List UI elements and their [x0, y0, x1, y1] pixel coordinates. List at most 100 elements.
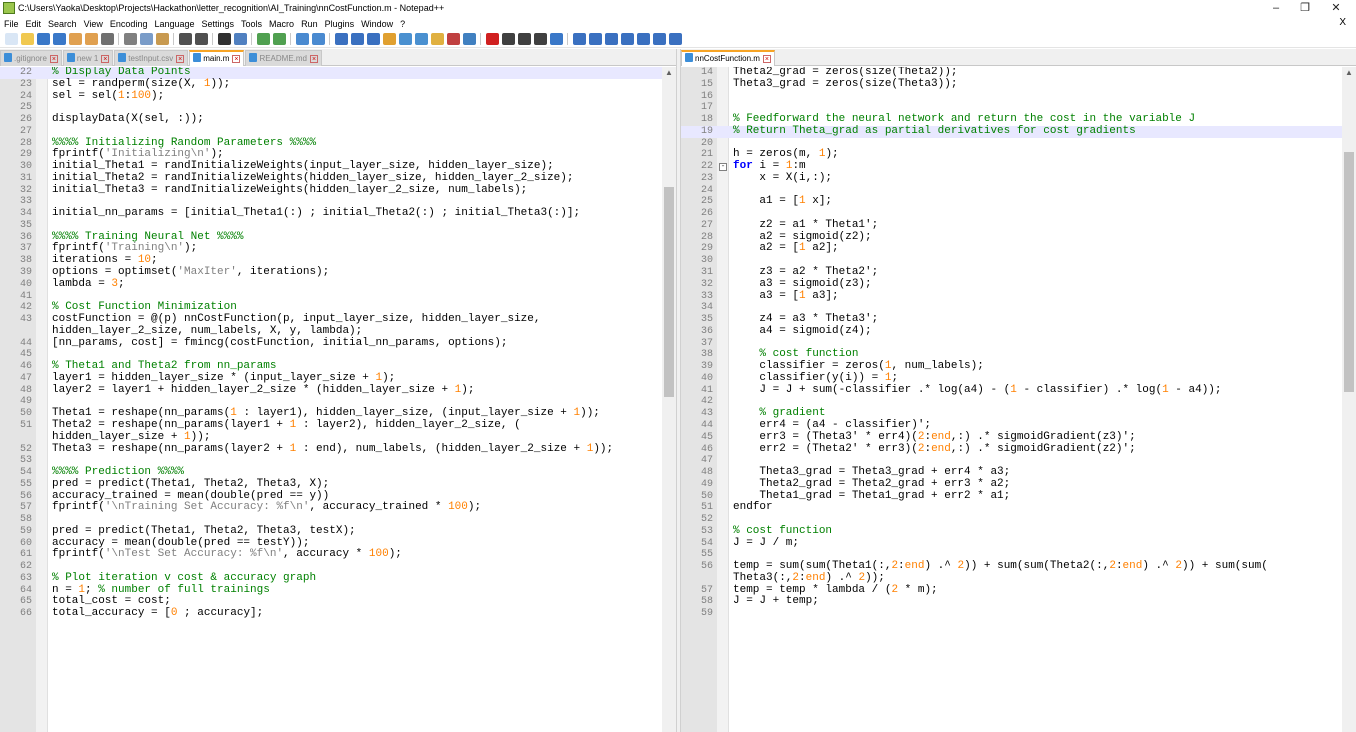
menu-plugins[interactable]: Plugins: [321, 17, 358, 31]
code-line[interactable]: 52 Theta3 = reshape(nn_params(layer2 + 1 …: [0, 443, 662, 456]
menu-window[interactable]: Window: [357, 17, 396, 31]
menu-search[interactable]: Search: [44, 17, 80, 31]
menu-language[interactable]: Language: [150, 17, 197, 31]
close-tab-icon[interactable]: ×: [762, 55, 771, 63]
code-line[interactable]: 66 total_accuracy = [0 ; accuracy];: [0, 607, 662, 620]
print-icon[interactable]: [101, 33, 114, 45]
plugin-7-icon[interactable]: [669, 33, 682, 45]
code-line[interactable]: 54 J = J / m;: [681, 537, 1342, 550]
udl-icon[interactable]: [383, 33, 396, 45]
code-line[interactable]: 48 layer2 = layer1 + hidden_layer_2_size …: [0, 384, 662, 397]
plugin-1-icon[interactable]: [573, 33, 586, 45]
right-code-lines[interactable]: 14 Theta2_grad = zeros(size(Theta2)); 15 Th…: [681, 67, 1342, 620]
plugin-3-icon[interactable]: [605, 33, 618, 45]
left-scroll-thumb[interactable]: [664, 187, 674, 397]
word-wrap-icon[interactable]: [335, 33, 348, 45]
menu-settings[interactable]: Settings: [198, 17, 238, 31]
code-line[interactable]: 15 Theta3_grad = zeros(size(Theta3));: [681, 78, 1342, 91]
open-file-icon[interactable]: [21, 33, 34, 45]
code-line[interactable]: 46 err2 = (Theta2' * err3)(2:end,:) .* s…: [681, 443, 1342, 456]
undo-icon[interactable]: [179, 33, 192, 45]
doc-map-icon[interactable]: [399, 33, 412, 45]
play-macro-icon[interactable]: [518, 33, 531, 45]
find-icon[interactable]: [218, 33, 231, 45]
close-window-button[interactable]: ✕: [1322, 0, 1350, 16]
menu-edit[interactable]: Edit: [22, 17, 45, 31]
close-tab-icon[interactable]: ×: [176, 55, 185, 63]
close-tab-icon[interactable]: ×: [310, 55, 318, 63]
code-line[interactable]: 59: [681, 608, 1342, 620]
code-line[interactable]: 19 % Return Theta_grad as partial derivat…: [681, 125, 1342, 138]
maximize-button[interactable]: ❐: [1291, 0, 1319, 16]
left-editor-pane[interactable]: 22 % Display Data Points 23 sel = randperm(…: [0, 67, 676, 732]
save-all-icon[interactable]: [53, 33, 66, 45]
code-line[interactable]: 29 a2 = [1 a2];: [681, 243, 1342, 255]
menu-run[interactable]: Run: [297, 17, 321, 31]
right-scroll-thumb[interactable]: [1344, 152, 1354, 392]
plugin-5-icon[interactable]: [637, 33, 650, 45]
close-tab-icon[interactable]: ×: [49, 55, 58, 63]
close-icon[interactable]: [69, 33, 82, 45]
monitoring-icon[interactable]: [447, 33, 460, 45]
show-all-chars-icon[interactable]: [351, 33, 364, 45]
code-line[interactable]: 41 J = J + sum(-classifier .* log(a4) - …: [681, 384, 1342, 397]
code-line[interactable]: 36 a4 = sigmoid(z4);: [681, 325, 1342, 338]
right-editor-pane[interactable]: 14 Theta2_grad = zeros(size(Theta2)); 15 Th…: [681, 67, 1356, 732]
close-all-icon[interactable]: [85, 33, 98, 45]
code-line[interactable]: 61 fprintf('\nTest Set Accuracy: %f\n', a…: [0, 549, 662, 561]
code-line[interactable]: 24 sel = sel(1:100);: [0, 90, 662, 103]
tab-gitignore[interactable]: .gitignore ×: [0, 50, 62, 66]
code-line[interactable]: 32 initial_Theta3 = randInitializeWeights…: [0, 184, 662, 197]
copy-icon[interactable]: [140, 33, 153, 45]
plugin-4-icon[interactable]: [621, 33, 634, 45]
function-list-icon[interactable]: [415, 33, 428, 45]
close-tab-icon[interactable]: ×: [232, 55, 241, 63]
plugin-2-icon[interactable]: [589, 33, 602, 45]
zoom-in-icon[interactable]: [257, 33, 270, 45]
menu-view[interactable]: View: [80, 17, 106, 31]
right-vertical-scrollbar[interactable]: ▲: [1342, 67, 1356, 732]
sync-vertical-icon[interactable]: [296, 33, 309, 45]
code-line[interactable]: 26 displayData(X(sel, :));: [0, 113, 662, 126]
tab-readme-md[interactable]: README.md ×: [245, 50, 322, 66]
scroll-up-arrow-icon[interactable]: ▲: [662, 67, 676, 79]
code-line[interactable]: 16: [681, 91, 1342, 103]
code-line[interactable]: 33 a3 = [1 a3];: [681, 290, 1342, 303]
menu-help[interactable]: ?: [396, 17, 408, 31]
scroll-up-arrow-icon[interactable]: ▲: [1342, 67, 1356, 79]
replace-icon[interactable]: [234, 33, 247, 45]
tab-testinput-csv[interactable]: testInput.csv ×: [114, 50, 189, 66]
redo-icon[interactable]: [195, 33, 208, 45]
sync-horizontal-icon[interactable]: [312, 33, 325, 45]
save-macro-icon[interactable]: [550, 33, 563, 45]
code-line[interactable]: 50 Theta1_grad = Theta1_grad + err2 * a1…: [681, 490, 1342, 503]
close-tab-icon[interactable]: ×: [101, 55, 110, 63]
cut-icon[interactable]: [124, 33, 137, 45]
code-line[interactable]: 34 initial_nn_params = [initial_Theta1(:)…: [0, 207, 662, 220]
fold-collapse-icon[interactable]: -: [719, 163, 727, 172]
tab-new-1[interactable]: new 1 ×: [62, 50, 114, 66]
folder-workspace-icon[interactable]: [431, 33, 444, 45]
code-line[interactable]: 51 endfor: [681, 501, 1342, 514]
code-line[interactable]: 23 x = X(i,:);: [681, 172, 1342, 185]
menu-encoding[interactable]: Encoding: [106, 17, 151, 31]
menu-file[interactable]: File: [0, 17, 22, 31]
code-line[interactable]: 40 lambda = 3;: [0, 278, 662, 291]
new-file-icon[interactable]: [5, 33, 18, 45]
save-icon[interactable]: [37, 33, 50, 45]
menu-tools[interactable]: Tools: [237, 17, 265, 31]
zoom-out-icon[interactable]: [273, 33, 286, 45]
stop-macro-icon[interactable]: [502, 33, 515, 45]
minimize-button[interactable]: –: [1262, 0, 1290, 16]
view-icon[interactable]: [463, 33, 476, 45]
run-macro-multiple-icon[interactable]: [534, 33, 547, 45]
menu-macro[interactable]: Macro: [265, 17, 297, 31]
tab-nncostfunction-m[interactable]: nnCostFunction.m ×: [681, 50, 775, 66]
code-line[interactable]: 58 J = J + temp;: [681, 596, 1342, 608]
record-macro-icon[interactable]: [486, 33, 499, 45]
indent-guide-icon[interactable]: [367, 33, 380, 45]
plugin-6-icon[interactable]: [653, 33, 666, 45]
close-document-button[interactable]: X: [1339, 16, 1346, 30]
code-line[interactable]: 44 [nn_params, cost] = fmincg(costFunctio…: [0, 337, 662, 350]
code-line[interactable]: 57 fprintf('\nTraining Set Accuracy: %f\n…: [0, 501, 662, 514]
